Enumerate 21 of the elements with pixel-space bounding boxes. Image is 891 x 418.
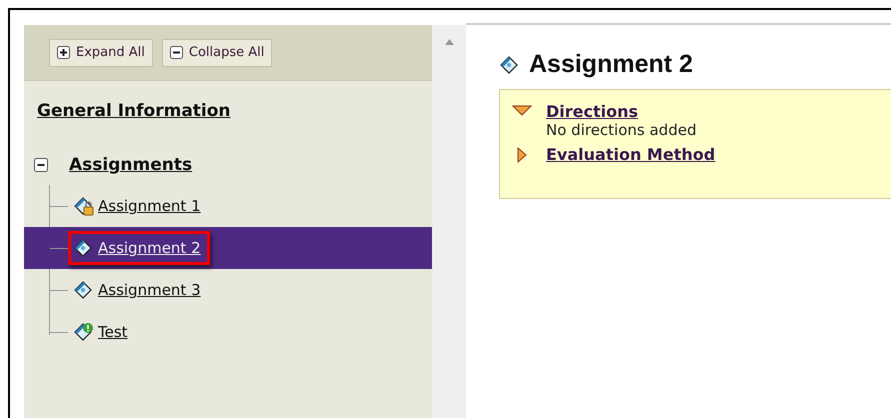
- tree-item-link[interactable]: Assignment 3: [98, 281, 201, 299]
- minus-icon: [170, 46, 183, 59]
- collapse-icon[interactable]: [34, 158, 48, 172]
- expand-all-button[interactable]: Expand All: [49, 38, 153, 66]
- section-text: No directions added: [546, 121, 698, 139]
- tree-row[interactable]: Assignment 1: [24, 185, 432, 227]
- selected-tree-row[interactable]: Assignment 2: [24, 227, 432, 269]
- page-title: Assignment 2: [529, 50, 693, 79]
- general-information-link[interactable]: General Information: [37, 101, 432, 121]
- tree-item-link[interactable]: Assignment 1: [98, 197, 201, 215]
- plus-icon: [57, 46, 70, 59]
- tree-row[interactable]: Test: [24, 311, 432, 353]
- section-link[interactable]: Directions: [546, 102, 638, 121]
- scrollbar[interactable]: [432, 25, 466, 418]
- tree-item-link[interactable]: Test: [98, 323, 128, 341]
- collapse-all-button[interactable]: Collapse All: [162, 38, 272, 66]
- test-icon: [73, 322, 95, 342]
- locked-assignment-icon: [73, 196, 95, 216]
- tree-row[interactable]: Assignment 3: [24, 269, 432, 311]
- section-link[interactable]: Evaluation Method: [546, 145, 716, 164]
- assignments-link[interactable]: Assignments: [69, 155, 192, 175]
